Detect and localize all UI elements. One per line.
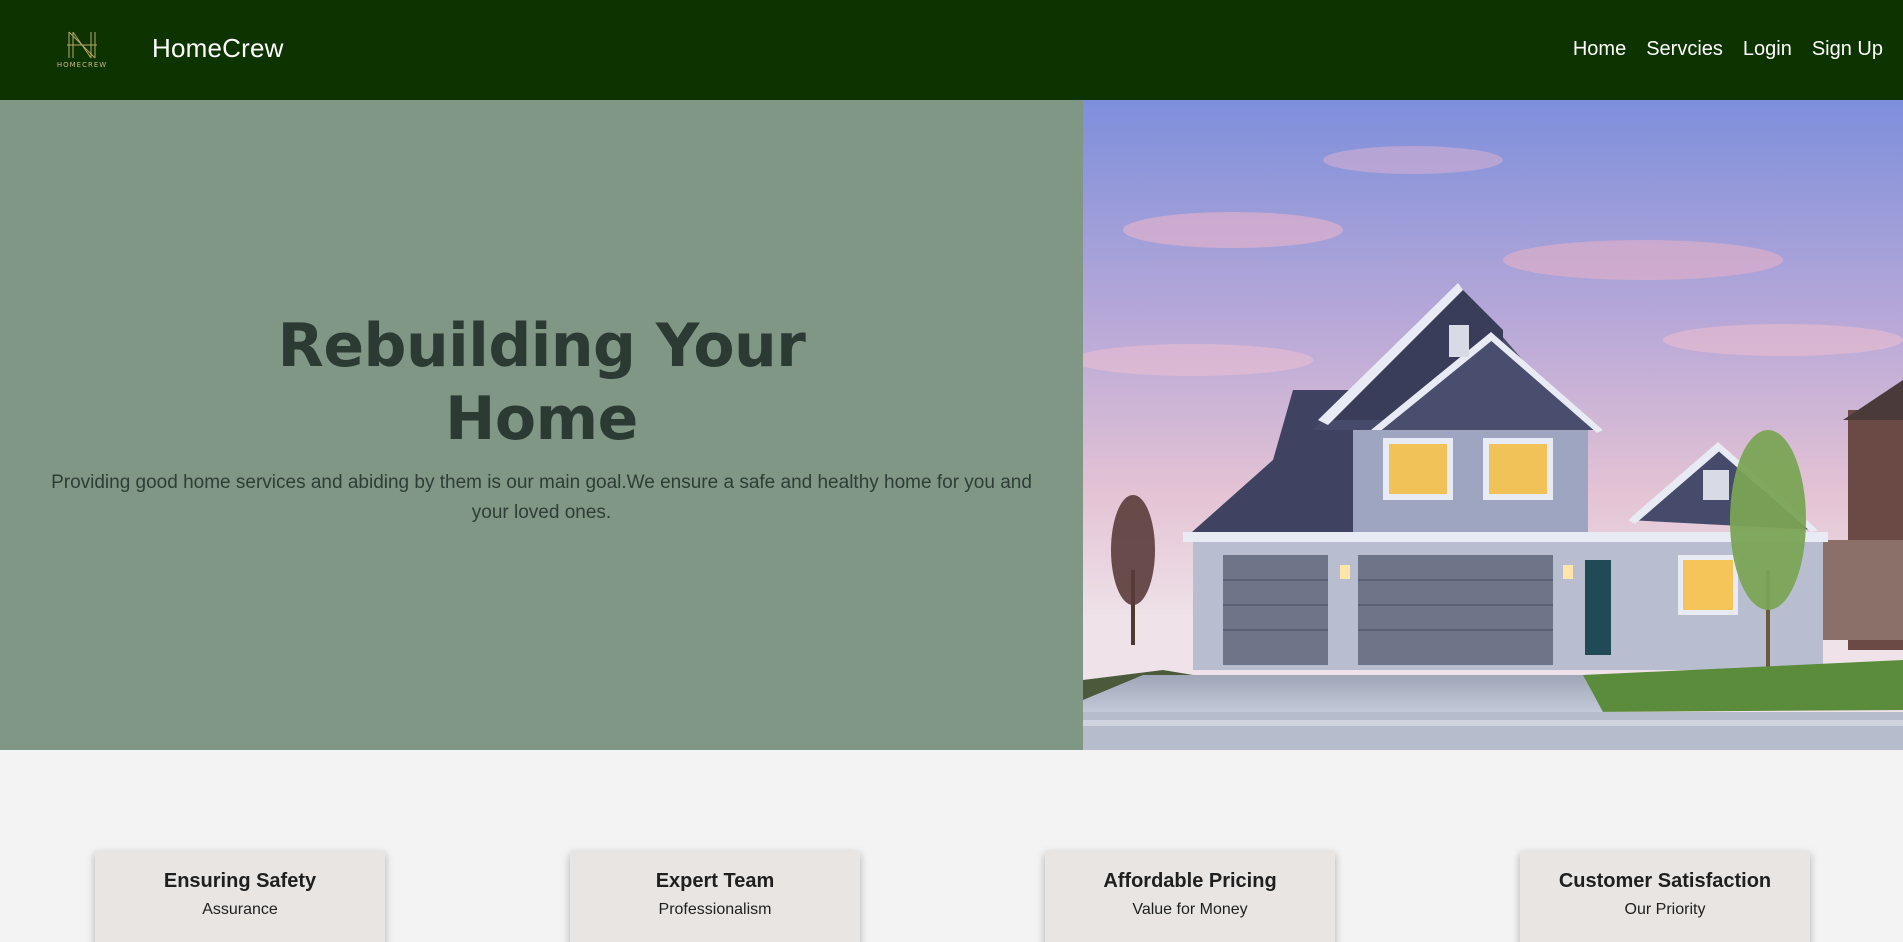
navbar: HOMECREW HomeCrew Home Servcies Login Si… (0, 0, 1903, 100)
feature-card-expert-team: Expert Team Professionalism (570, 851, 860, 942)
feature-card-pricing: Affordable Pricing Value for Money (1045, 851, 1335, 942)
hero-subtitle: Providing good home services and abiding… (51, 472, 1032, 523)
feature-subtitle: Professionalism (658, 901, 772, 918)
homecrew-logo[interactable]: HOMECREW (55, 30, 109, 76)
feature-title: Expert Team (655, 870, 775, 892)
feature-card-satisfaction: Customer Satisfaction Our Priority (1520, 851, 1810, 942)
feature-card-safety: Ensuring Safety Assurance (95, 851, 385, 942)
hero-title-line1: Rebuilding Your (277, 311, 806, 381)
nav-home[interactable]: Home (1573, 38, 1626, 61)
house-illustration (1083, 100, 1903, 750)
feature-title: Customer Satisfaction (1558, 870, 1772, 892)
nav-links: Home Servcies Login Sign Up (1573, 38, 1883, 61)
hero-house-image (1083, 100, 1903, 750)
nav-login[interactable]: Login (1743, 38, 1792, 61)
hero-title: Rebuilding Your Home (0, 310, 1083, 456)
brand-name[interactable]: HomeCrew (152, 33, 284, 64)
feature-title: Affordable Pricing (1103, 870, 1277, 892)
hero-title-line2: Home (445, 384, 638, 454)
feature-title: Ensuring Safety (163, 870, 317, 892)
hero-text-panel: Rebuilding Your Home Providing good home… (0, 100, 1083, 750)
logo-text: HOMECREW (56, 61, 108, 69)
feature-subtitle: Value for Money (1132, 901, 1248, 918)
feature-subtitle: Our Priority (1624, 901, 1706, 918)
nav-sign-up[interactable]: Sign Up (1812, 38, 1883, 61)
nav-services[interactable]: Servcies (1646, 38, 1723, 61)
feature-subtitle: Assurance (202, 901, 278, 918)
logo-mark-icon (67, 31, 97, 59)
